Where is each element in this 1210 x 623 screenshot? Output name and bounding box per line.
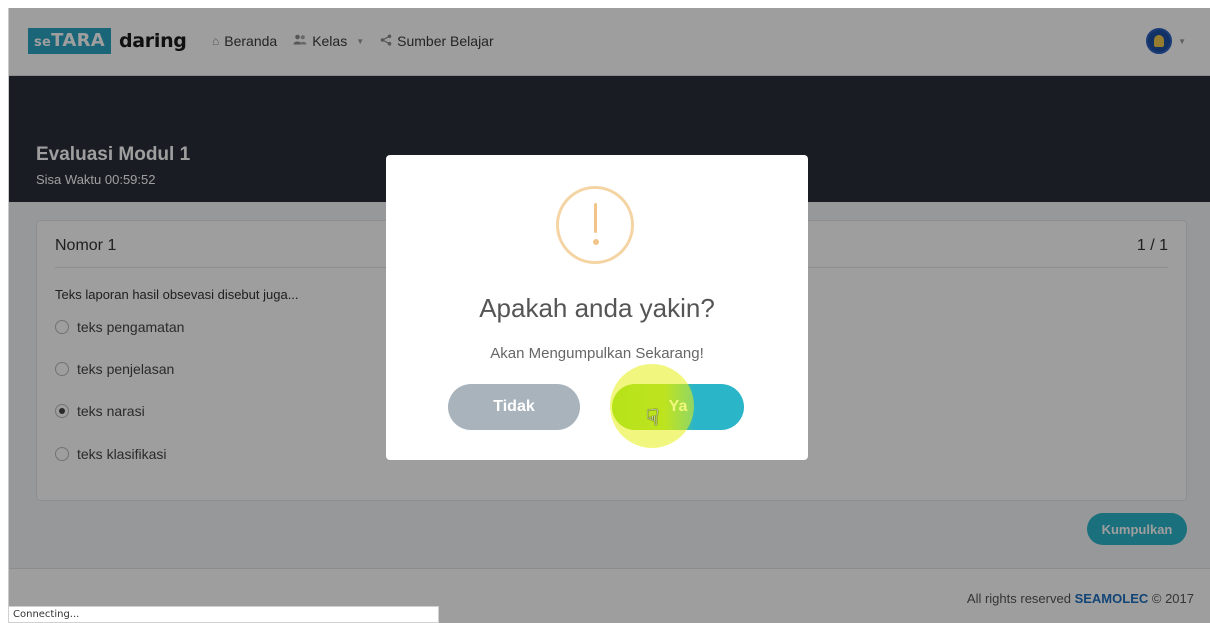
cancel-button[interactable]: Tidak [448,384,580,430]
browser-viewport: seTARA daring ⌂ Beranda Kelas ▼ Sumber B… [8,8,1210,623]
warning-icon-dot [592,239,599,245]
confirm-dialog: Apakah anda yakin? Akan Mengumpulkan Sek… [386,155,808,460]
warning-icon [556,186,634,264]
browser-status-bar: Connecting... [8,606,439,623]
dialog-title: Apakah anda yakin? [479,293,715,323]
confirm-button[interactable]: Ya [612,384,744,430]
dialog-text: Akan Mengumpulkan Sekarang! [490,345,704,362]
warning-icon-bar [594,203,597,233]
